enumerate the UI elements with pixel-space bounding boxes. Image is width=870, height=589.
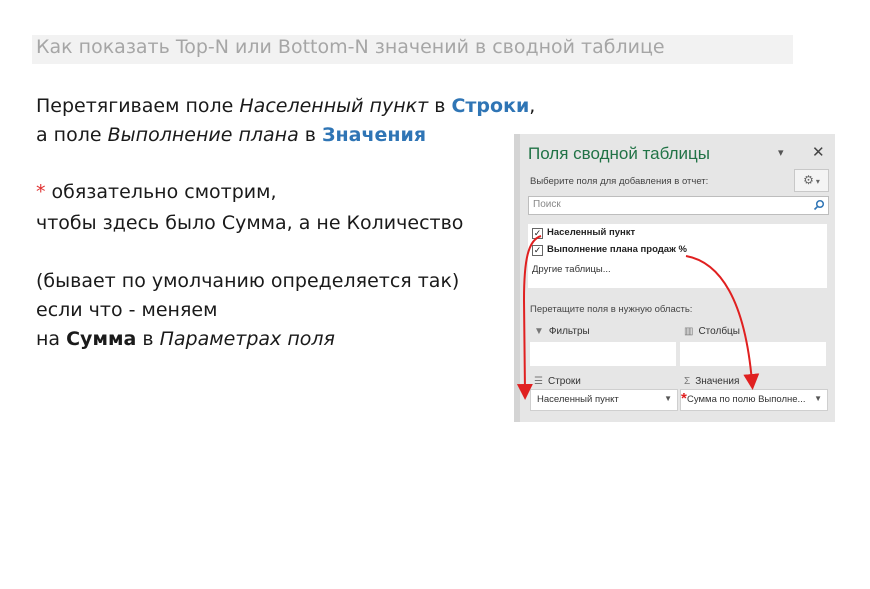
other-tables-link[interactable]: Другие таблицы... [532,264,611,275]
page-title: Как показать Top-N или Bottom-N значений… [36,36,665,58]
columns-drop-zone[interactable] [680,342,826,366]
field-item-settlement[interactable]: ✓ Населенный пункт [532,227,635,239]
filters-area: ▼ Фильтры [530,322,676,368]
note-line-5: на Сумма в Параметрах поля [36,325,335,354]
instruction-line-2: а поле Выполнение плана в Значения [36,121,426,150]
text-segment: , [529,95,536,117]
values-area: Σ Значения Сумма по полю Выполне... ▼ [680,372,828,418]
columns-area: ▥ Столбцы [680,322,826,368]
note-line-1: * обязательно смотрим, [36,178,277,207]
values-field-dropdown[interactable]: Сумма по полю Выполне... ▼ [680,389,828,411]
field-list: ✓ Населенный пункт ✓ Выполнение плана прод… [528,224,827,288]
checkbox-checked[interactable]: ✓ [532,245,543,256]
text-segment: на [36,328,67,350]
note-line-2: чтобы здесь было Сумма, а не Количество [36,212,464,234]
pane-left-edge [514,134,520,422]
field-name-plan: Выполнение плана [107,124,299,146]
drag-fields-label: Перетащите поля в нужную область: [530,304,693,315]
filters-area-header: ▼ Фильтры [534,326,590,337]
rows-field-dropdown[interactable]: Населенный пункт ▼ [530,389,678,411]
search-input[interactable]: Поиск [528,196,829,215]
text-segment: Перетягиваем поле [36,95,240,117]
choose-fields-label: Выберите поля для добавления в отчет: [530,176,709,187]
text-segment: в [136,328,160,350]
search-placeholder: Поиск [533,199,561,210]
close-icon[interactable]: ✕ [812,143,825,161]
filters-area-label: Фильтры [548,326,590,337]
columns-area-label: Столбцы [698,326,740,337]
columns-area-header: ▥ Столбцы [684,326,740,337]
checkbox-checked[interactable]: ✓ [532,228,543,239]
text-segment: в [298,124,323,146]
rows-area: ☰ Строки Населенный пункт ▼ [530,372,678,418]
note-line-4: если что - меняем [36,299,218,321]
values-field-value: Сумма по полю Выполне... [687,394,806,405]
rows-field-value: Населенный пункт [537,394,619,405]
filter-icon: ▼ [534,326,544,337]
values-asterisk: * [681,390,687,407]
chevron-down-icon: ▾ [815,177,820,186]
text-segment: а поле [36,124,108,146]
values-area-label: Значения [695,376,740,387]
rows-area-label: Строки [547,376,581,387]
pane-title: Поля сводной таблицы [528,144,710,163]
field-label: Выполнение плана продаж % [547,244,687,255]
pivot-field-list-pane: Поля сводной таблицы ▾ ✕ Выберите поля д… [514,134,835,422]
target-rows: Строки [451,95,530,117]
text-segment: обязательно смотрим, [45,181,277,203]
sum-word: Сумма [66,328,137,350]
title-banner: Как показать Top-N или Bottom-N значений… [32,35,793,64]
field-item-plan[interactable]: ✓ Выполнение плана продаж % [532,244,687,256]
values-area-header: Σ Значения [684,376,739,387]
rows-icon: ☰ [534,376,543,387]
field-name-settlement: Населенный пункт [239,95,429,117]
filters-drop-zone[interactable] [530,342,676,366]
field-settings-word: Параметрах поля [159,328,335,350]
chevron-down-icon[interactable]: ▾ [778,146,784,159]
gear-icon[interactable]: ⚙ ▾ [794,169,829,192]
chevron-down-icon: ▼ [814,394,822,403]
instruction-line-1: Перетягиваем поле Населенный пункт в Стр… [36,92,535,121]
rows-area-header: ☰ Строки [534,376,581,387]
note-line-3: (бывает по умолчанию определяется так) [36,270,460,292]
target-values: Значения [322,124,427,146]
chevron-down-icon: ▼ [664,394,672,403]
columns-icon: ▥ [684,326,694,337]
note-asterisk: * [36,181,46,203]
sigma-icon: Σ [684,376,691,387]
text-segment: в [428,95,452,117]
search-icon [813,199,825,211]
field-label: Населенный пункт [547,227,636,238]
